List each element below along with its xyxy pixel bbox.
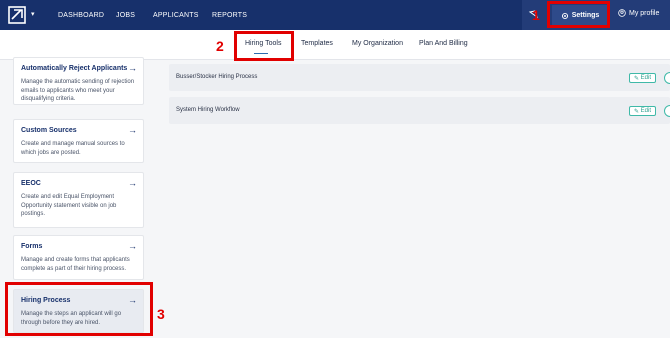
workflow-row[interactable]: Busser/Stocker Hiring Process ✎ Edit bbox=[169, 64, 670, 91]
card-description: Create and manage manual sources to whic… bbox=[21, 141, 125, 156]
card-description: Manage and create forms that applicants … bbox=[21, 257, 130, 272]
annotation-number: 1 bbox=[532, 7, 540, 23]
workflow-name: System Hiring Workflow bbox=[176, 107, 240, 113]
arrow-right-icon[interactable]: → bbox=[128, 178, 137, 188]
card-title: Automatically Reject Applicants bbox=[21, 65, 128, 72]
tab-templates[interactable]: Templates bbox=[301, 40, 333, 47]
edit-label: Edit bbox=[640, 108, 652, 114]
card-forms[interactable]: Forms → Manage and create forms that app… bbox=[13, 235, 144, 280]
nav-applicants[interactable]: APPLICANTS bbox=[153, 0, 199, 30]
highlight-box-hiring-process bbox=[5, 282, 153, 336]
edit-button[interactable]: ✎ Edit bbox=[629, 73, 656, 83]
card-title: EEOC bbox=[21, 180, 41, 187]
card-title: Forms bbox=[21, 243, 43, 250]
user-icon bbox=[618, 9, 626, 17]
logo-icon[interactable] bbox=[8, 6, 26, 24]
my-profile-label: My profile bbox=[629, 9, 660, 17]
card-description: Create and edit Equal Employment Opportu… bbox=[21, 194, 117, 218]
card-title: Custom Sources bbox=[21, 127, 77, 134]
card-custom-sources[interactable]: Custom Sources → Create and manage manua… bbox=[13, 119, 144, 163]
copy-icon[interactable] bbox=[664, 72, 670, 84]
nav-jobs[interactable]: JOBS bbox=[116, 0, 135, 30]
chevron-down-icon[interactable]: ▾ bbox=[31, 10, 35, 18]
workflow-row[interactable]: System Hiring Workflow ✎ Edit bbox=[169, 97, 670, 124]
arrow-right-icon[interactable]: → bbox=[128, 63, 137, 73]
nav-dashboard[interactable]: DASHBOARD bbox=[58, 0, 104, 30]
highlight-box-settings bbox=[547, 1, 610, 28]
arrow-right-icon[interactable]: → bbox=[128, 125, 137, 135]
nav-reports[interactable]: REPORTS bbox=[212, 0, 247, 30]
edit-button[interactable]: ✎ Edit bbox=[629, 106, 656, 116]
settings-subnav: Hiring Tools Templates My Organization P… bbox=[0, 30, 670, 60]
highlight-box-hiring-tools bbox=[234, 31, 294, 61]
card-eeoc[interactable]: EEOC → Create and edit Equal Employment … bbox=[13, 172, 144, 228]
annotation-number: 2 bbox=[216, 38, 224, 54]
edit-label: Edit bbox=[640, 75, 652, 81]
tab-plan-and-billing[interactable]: Plan And Billing bbox=[419, 40, 468, 47]
my-profile-button[interactable]: My profile bbox=[618, 9, 659, 17]
tab-my-organization[interactable]: My Organization bbox=[352, 40, 403, 47]
card-description: Manage the automatic sending of rejectio… bbox=[21, 79, 135, 103]
card-auto-reject[interactable]: Automatically Reject Applicants → Manage… bbox=[13, 57, 144, 105]
arrow-right-icon[interactable]: → bbox=[128, 241, 137, 251]
annotation-number: 3 bbox=[157, 306, 165, 322]
copy-icon[interactable] bbox=[664, 105, 670, 117]
workflow-name: Busser/Stocker Hiring Process bbox=[176, 74, 258, 80]
